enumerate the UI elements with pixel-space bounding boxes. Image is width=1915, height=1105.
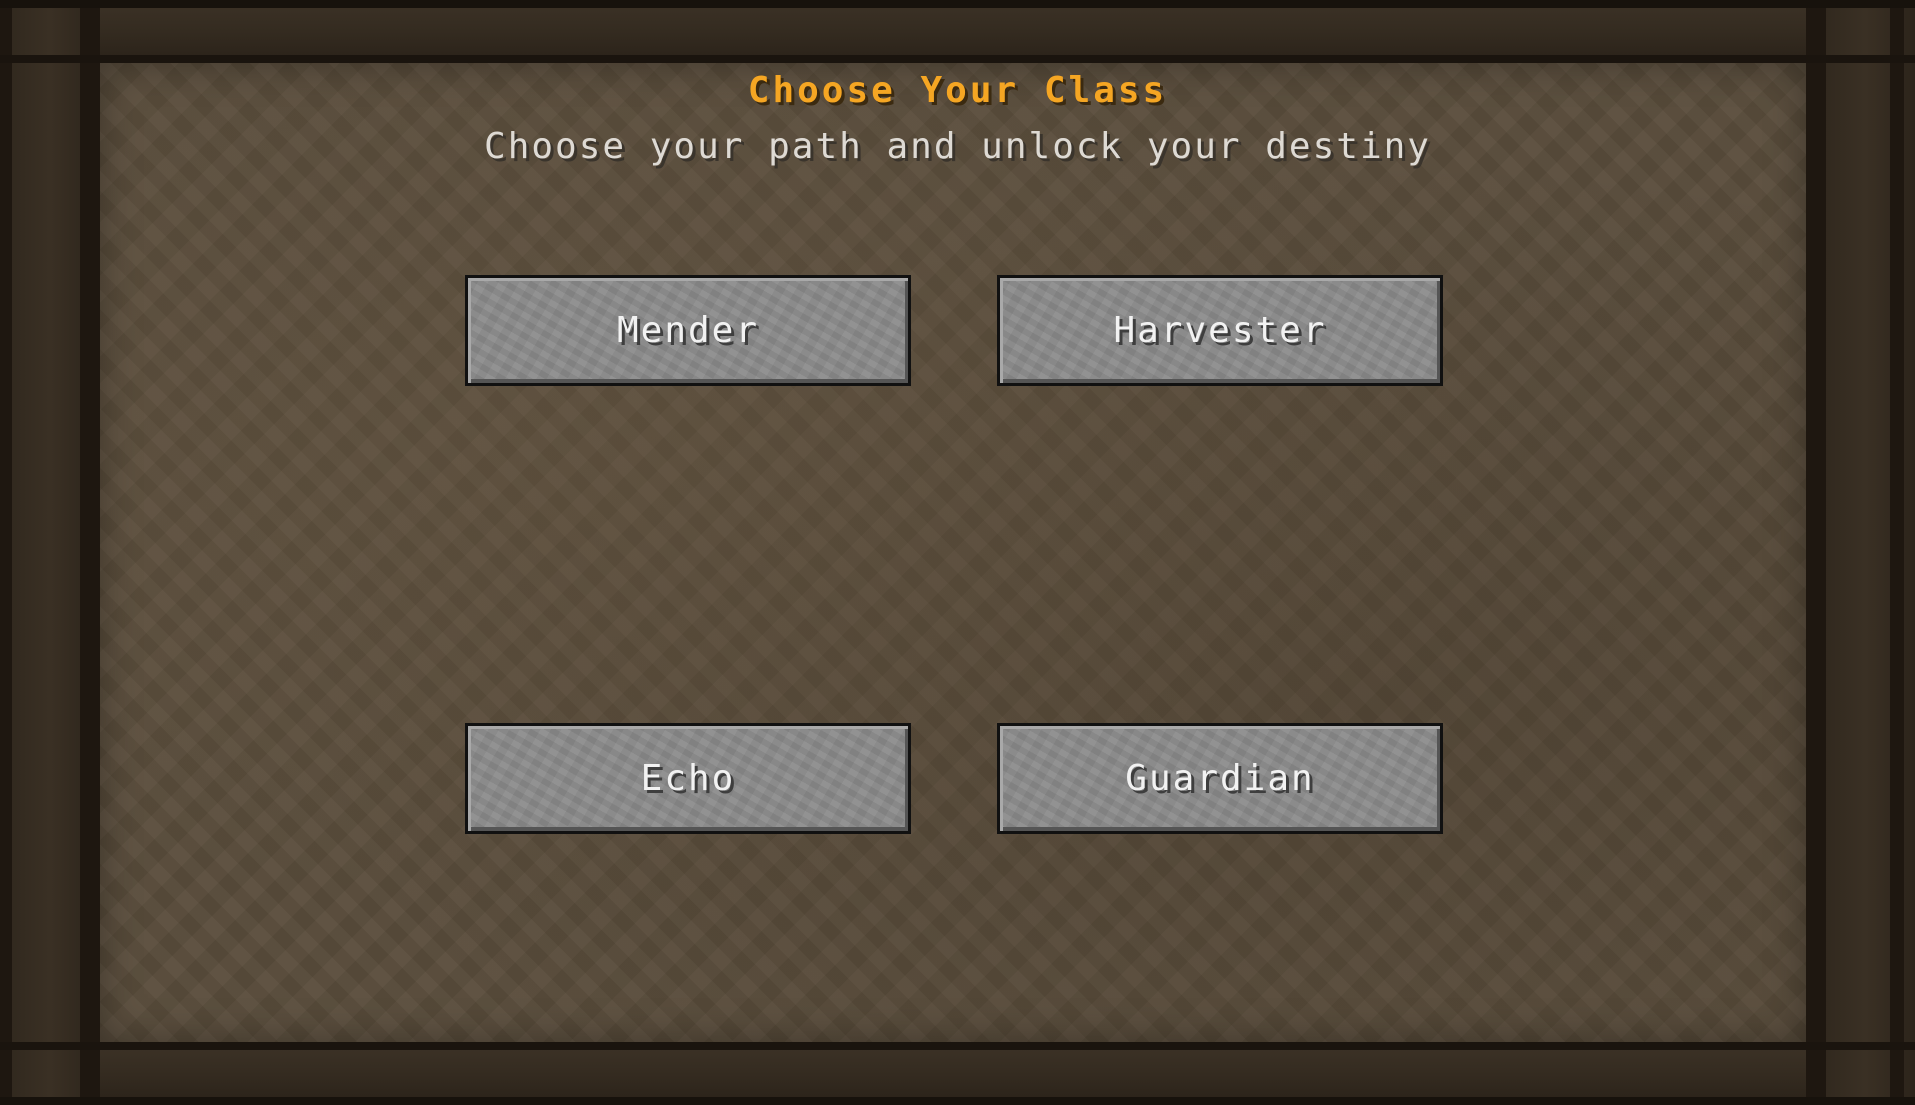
frame-edge-bottom [0, 1097, 1915, 1105]
frame-groove-bottom [0, 1042, 1915, 1050]
frame-top-beam [0, 0, 1915, 63]
frame-edge-top [0, 0, 1915, 8]
frame-bottom-beam [0, 1045, 1915, 1105]
class-button-harvester[interactable]: Harvester [997, 275, 1443, 386]
frame-groove-top [0, 55, 1915, 63]
class-selection-panel [100, 63, 1806, 1042]
class-button-mender[interactable]: Mender [465, 275, 911, 386]
screen-title: Choose Your Class [747, 70, 1168, 111]
screen-subtitle: Choose your path and unlock your destiny [484, 126, 1431, 167]
class-button-echo[interactable]: Echo [465, 723, 911, 834]
class-button-guardian[interactable]: Guardian [997, 723, 1443, 834]
